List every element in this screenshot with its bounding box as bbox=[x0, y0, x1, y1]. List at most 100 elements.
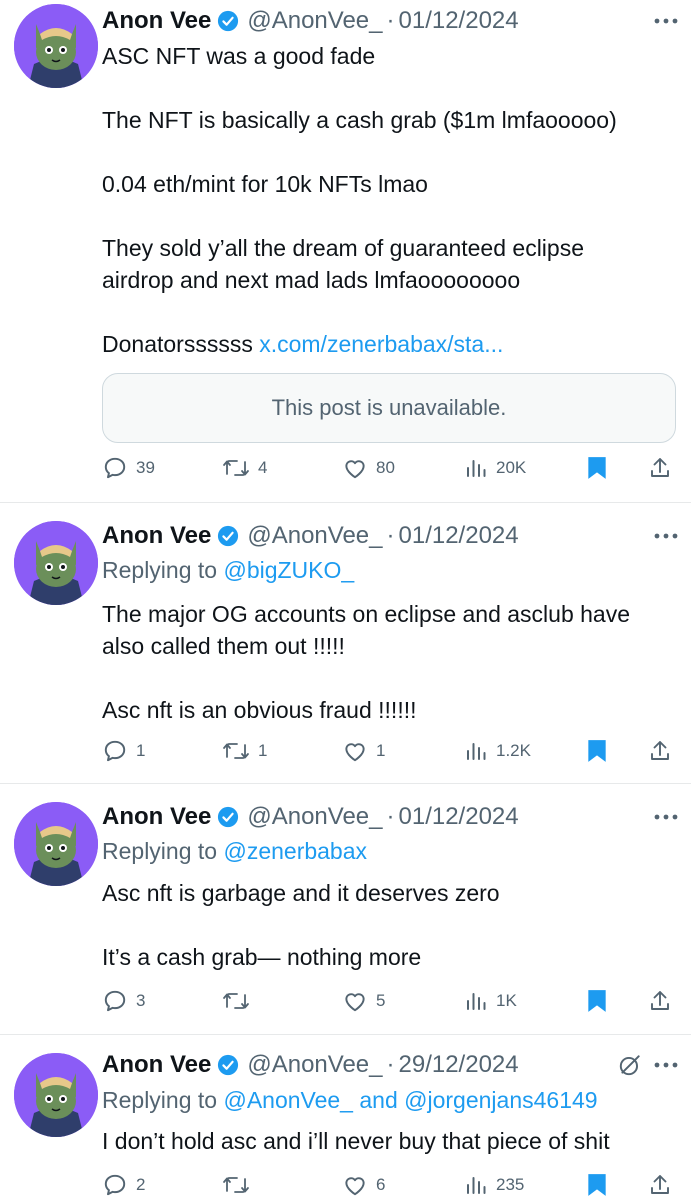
views-icon bbox=[467, 743, 486, 760]
author-handle[interactable]: @AnonVee_ bbox=[247, 1051, 382, 1079]
repost-button[interactable] bbox=[222, 1169, 250, 1201]
verified-badge-icon bbox=[218, 806, 239, 828]
share-button[interactable] bbox=[648, 452, 672, 484]
mention-link[interactable]: @AnonVee_ and @jorgenjans46149 bbox=[223, 1087, 597, 1113]
text-line-with-link: Donatorssssss x.com/zenerbabax/sta... bbox=[102, 328, 683, 360]
like-button[interactable]: 1 bbox=[342, 735, 385, 767]
like-icon bbox=[345, 1177, 365, 1196]
mention-link[interactable]: @zenerbabax bbox=[223, 838, 367, 864]
replying-to: Replying to @AnonVee_ and @jorgenjans461… bbox=[102, 1087, 598, 1114]
reply-count: 2 bbox=[136, 1175, 146, 1194]
more-icon[interactable] bbox=[653, 804, 679, 830]
avatar[interactable] bbox=[14, 521, 98, 605]
like-count: 1 bbox=[376, 741, 386, 760]
repost-icon bbox=[223, 743, 249, 759]
quoted-post-unavailable[interactable]: This post is unavailable. bbox=[102, 373, 676, 443]
text-line: The major OG accounts on eclipse and asc… bbox=[102, 601, 631, 627]
bookmark-icon bbox=[588, 990, 606, 1012]
share-icon bbox=[651, 1175, 669, 1194]
bookmark-icon bbox=[588, 1174, 606, 1196]
repost-button[interactable]: 4 bbox=[222, 452, 267, 484]
verified-badge-icon bbox=[218, 1054, 239, 1076]
author-handle[interactable]: @AnonVee_ bbox=[247, 803, 382, 831]
repost-icon bbox=[223, 993, 249, 1009]
action-bar: 2 6 235 bbox=[102, 1169, 677, 1201]
text-line: Asc nft is garbage and it deserves zero bbox=[102, 880, 500, 906]
author-name[interactable]: Anon Vee bbox=[102, 7, 211, 35]
mention-link[interactable]: @bigZUKO_ bbox=[223, 557, 354, 583]
views-button[interactable]: 20K bbox=[464, 452, 526, 484]
avatar[interactable] bbox=[14, 802, 98, 886]
views-button[interactable]: 1.2K bbox=[464, 735, 531, 767]
tweet-link[interactable]: x.com/zenerbabax/sta... bbox=[259, 331, 503, 357]
text-line: airdrop and next mad lads lmfaoooooooo bbox=[102, 267, 521, 293]
author-name[interactable]: Anon Vee bbox=[102, 803, 211, 831]
avatar[interactable] bbox=[14, 1053, 98, 1137]
text-line: It’s a cash grab— nothing more bbox=[102, 944, 422, 970]
views-button[interactable]: 1K bbox=[464, 985, 517, 1017]
views-button[interactable]: 235 bbox=[464, 1169, 524, 1201]
author-handle[interactable]: @AnonVee_ bbox=[247, 522, 382, 550]
repost-button[interactable]: 1 bbox=[222, 735, 267, 767]
share-icon bbox=[651, 458, 669, 477]
view-count: 20K bbox=[496, 458, 527, 477]
replying-to-label: Replying to bbox=[102, 838, 224, 864]
like-button[interactable]: 5 bbox=[342, 985, 385, 1017]
reply-icon bbox=[104, 990, 126, 1012]
repost-icon bbox=[223, 460, 249, 476]
views-icon bbox=[467, 1177, 486, 1194]
text-line: They sold y’all the dream of guaranteed … bbox=[102, 235, 585, 261]
like-count: 5 bbox=[376, 991, 386, 1010]
like-icon bbox=[345, 743, 365, 762]
reply-button[interactable]: 1 bbox=[102, 735, 145, 767]
more-icon[interactable] bbox=[653, 8, 679, 34]
bookmark-button[interactable] bbox=[586, 985, 608, 1017]
bookmark-button[interactable] bbox=[586, 452, 608, 484]
tweet-text: Asc nft is garbage and it deserves zero … bbox=[102, 877, 683, 973]
author-name[interactable]: Anon Vee bbox=[102, 522, 211, 550]
tweet-header: Anon Vee @AnonVee_ · 01/12/2024 bbox=[102, 4, 679, 38]
view-count: 235 bbox=[496, 1175, 525, 1194]
reply-icon bbox=[104, 740, 126, 762]
replying-to: Replying to @zenerbabax bbox=[102, 838, 367, 865]
avatar[interactable] bbox=[14, 4, 98, 88]
replying-to: Replying to @bigZUKO_ bbox=[102, 557, 354, 584]
share-button[interactable] bbox=[648, 985, 672, 1017]
view-count: 1K bbox=[496, 991, 517, 1010]
text-line: Asc nft is an obvious fraud !!!!!! bbox=[102, 697, 417, 723]
bookmark-button[interactable] bbox=[586, 735, 608, 767]
separator: · bbox=[386, 522, 395, 549]
author-name[interactable]: Anon Vee bbox=[102, 1051, 211, 1079]
like-button[interactable]: 80 bbox=[342, 452, 395, 484]
reply-count: 1 bbox=[136, 741, 146, 760]
more-icon[interactable] bbox=[653, 1052, 679, 1078]
tweet[interactable]: Anon Vee @AnonVee_ · 29/12/2024 Replying… bbox=[0, 1035, 691, 1203]
author-handle[interactable]: @AnonVee_ bbox=[247, 7, 382, 35]
bookmark-icon bbox=[588, 740, 606, 762]
separator: · bbox=[386, 1051, 395, 1078]
tweet[interactable]: Anon Vee @AnonVee_ · 01/12/2024 Replying… bbox=[0, 503, 691, 784]
action-bar: 1 1 1 1.2K bbox=[102, 735, 677, 767]
tweet-text: The major OG accounts on eclipse and asc… bbox=[102, 598, 683, 726]
share-icon bbox=[651, 991, 669, 1010]
post-date[interactable]: 01/12/2024 bbox=[399, 522, 519, 550]
post-date[interactable]: 01/12/2024 bbox=[399, 803, 519, 831]
verified-badge-icon bbox=[218, 525, 239, 547]
share-button[interactable] bbox=[648, 1169, 672, 1201]
tweet[interactable]: Anon Vee @AnonVee_ · 01/12/2024 ASC NFT … bbox=[0, 0, 691, 503]
post-date[interactable]: 29/12/2024 bbox=[399, 1051, 519, 1079]
tweet[interactable]: Anon Vee @AnonVee_ · 01/12/2024 Replying… bbox=[0, 784, 691, 1035]
post-date[interactable]: 01/12/2024 bbox=[399, 7, 519, 35]
share-button[interactable] bbox=[648, 735, 672, 767]
verified-badge-icon bbox=[218, 10, 239, 32]
reply-button[interactable]: 39 bbox=[102, 452, 155, 484]
grok-icon[interactable] bbox=[617, 1052, 643, 1078]
reply-button[interactable]: 2 bbox=[102, 1169, 145, 1201]
more-icon[interactable] bbox=[653, 523, 679, 549]
tweet-header: Anon Vee @AnonVee_ · 01/12/2024 bbox=[102, 519, 679, 553]
like-button[interactable]: 6 bbox=[342, 1169, 385, 1201]
reply-button[interactable]: 3 bbox=[102, 985, 145, 1017]
repost-button[interactable] bbox=[222, 985, 250, 1017]
bookmark-button[interactable] bbox=[586, 1169, 608, 1201]
cat-avatar-icon bbox=[14, 521, 98, 605]
